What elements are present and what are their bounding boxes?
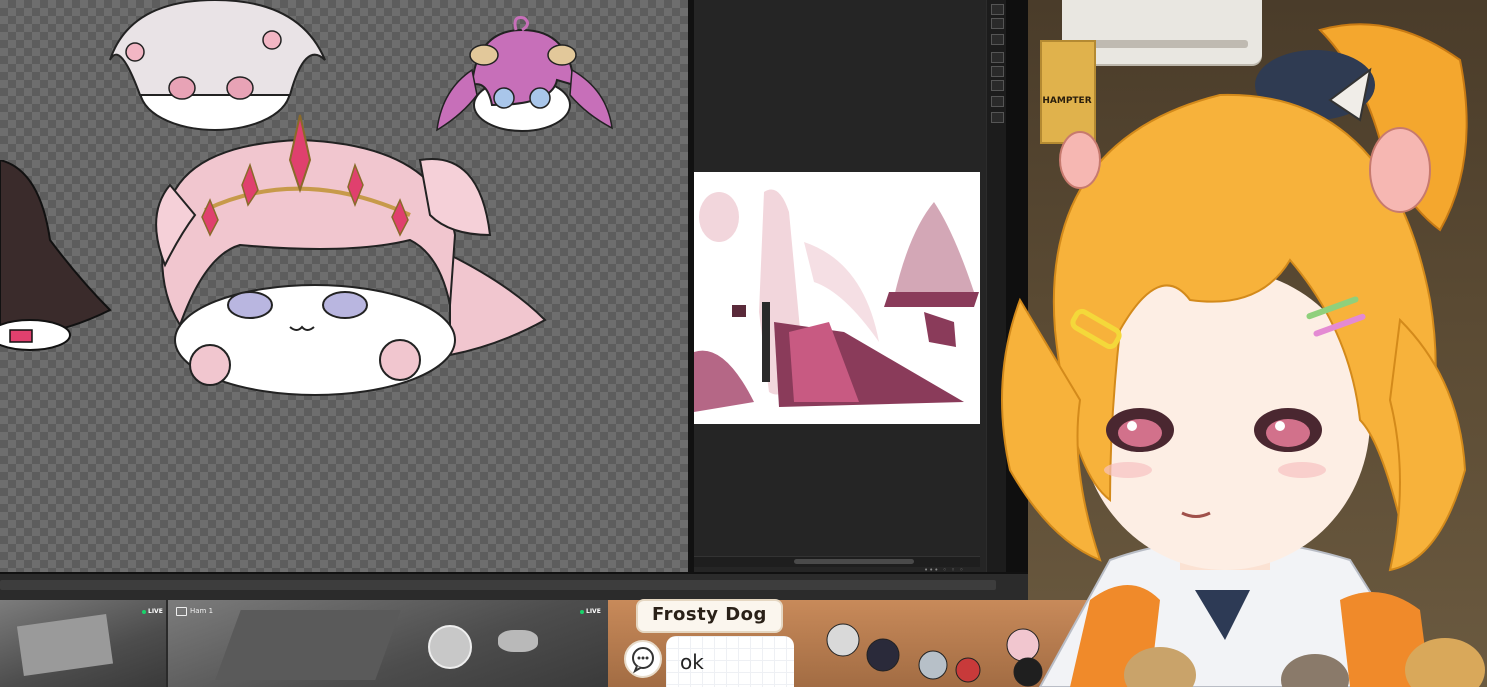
camera-feed-1-object: [16, 613, 114, 677]
pet-camera-strip: LIVE Ham 1 LIVE: [0, 600, 608, 687]
chibi-sprite-pink-princess: [155, 114, 547, 396]
camera-2-label: Ham 1: [190, 607, 214, 615]
camera-2-live-badge: LIVE: [580, 608, 601, 615]
reference-scrollbar-thumb[interactable]: [794, 559, 914, 564]
canvas-scrollbar-thumb[interactable]: [0, 580, 996, 590]
camera-1-live-badge: LIVE: [142, 608, 163, 615]
drawing-canvas[interactable]: [0, 0, 688, 572]
reference-panel: ••• ◦ ◦ ◦: [694, 0, 986, 574]
chibi-sprite-dark-hair: [0, 160, 112, 351]
chat-username: Frosty Dog: [636, 599, 783, 633]
camera-icon: [176, 607, 187, 616]
live-dot-icon: [580, 609, 584, 614]
reference-image[interactable]: [694, 172, 980, 424]
chat-message-text: ok: [680, 650, 704, 674]
camera-feed-2-house: [215, 610, 401, 680]
vtuber-avatar: [1001, 23, 1468, 687]
camera-feed-1: LIVE: [0, 600, 166, 687]
camera-feed-2-bowl: [428, 625, 472, 669]
art-app-window: ••• ◦ ◦ ◦: [0, 0, 1028, 602]
hamster-plushies: [1124, 638, 1485, 687]
camera-feed-2-dish: [498, 630, 538, 652]
reference-character-sheet: [694, 172, 980, 424]
canvas-horizontal-scrollbar[interactable]: [0, 572, 1028, 602]
camera-feed-2: Ham 1 LIVE: [168, 600, 608, 687]
chat-bubble-icon: [624, 640, 662, 678]
live-dot-icon: [142, 609, 146, 614]
